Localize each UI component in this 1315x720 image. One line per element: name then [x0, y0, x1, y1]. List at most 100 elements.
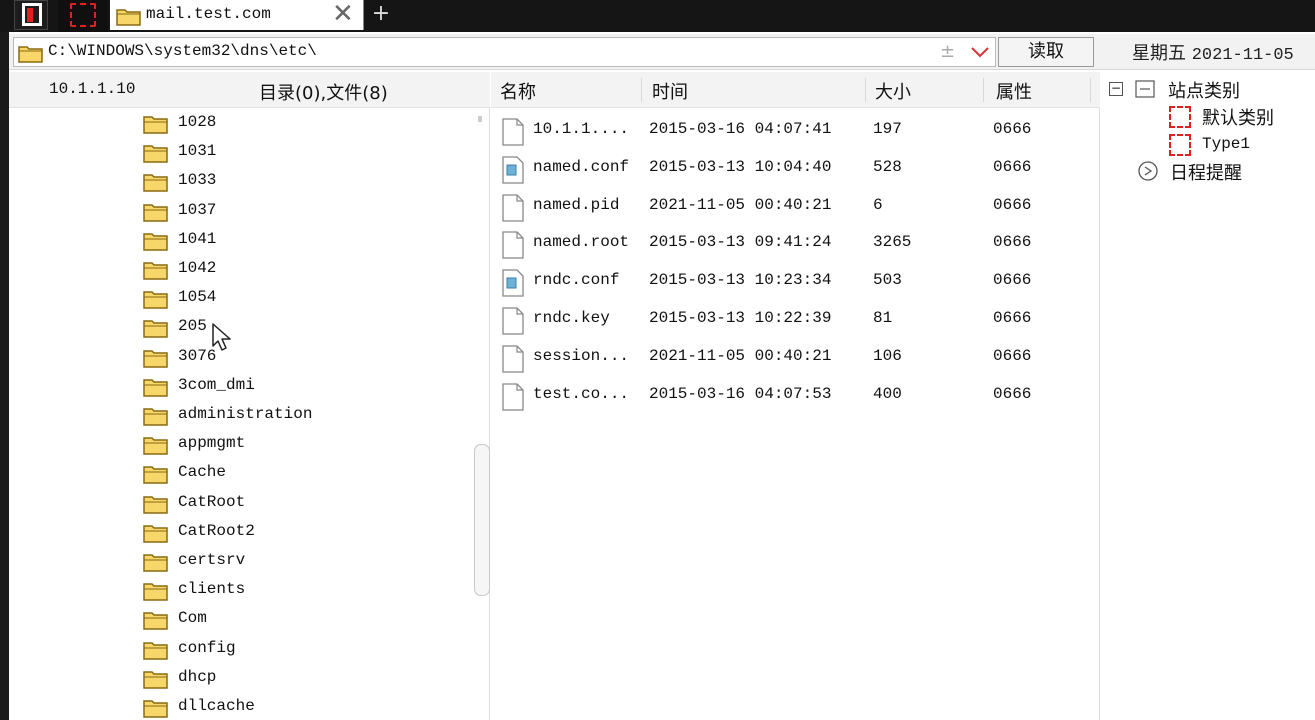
path-text: C:\WINDOWS\system32\dns\etc\ [48, 42, 317, 60]
file-size: 3265 [873, 233, 912, 252]
file-time: 2021-11-05 00:40:21 [649, 346, 832, 365]
new-tab-button[interactable]: + [368, 0, 394, 30]
folder-item[interactable]: Cache [143, 460, 463, 488]
folder-item[interactable]: administration [143, 402, 463, 430]
chevron-down-icon[interactable] [970, 40, 990, 64]
folder-item[interactable]: 1031 [143, 139, 463, 167]
folder-label: Com [178, 609, 207, 628]
folder-label: config [178, 638, 236, 657]
column-header-size[interactable]: 大小 [875, 78, 911, 104]
folder-label: certsrv [178, 551, 246, 569]
folder-icon [143, 291, 168, 309]
tab-title: mail.test.com [146, 5, 271, 23]
folder-item[interactable]: dhcp [143, 665, 463, 693]
file-attr: 0666 [993, 384, 1032, 403]
close-tab-icon[interactable]: ✕ [332, 0, 354, 28]
folder-item[interactable]: dllcache [143, 694, 463, 720]
tab-mail-test-com[interactable]: mail.test.com ✕ [110, 0, 364, 30]
folder-label: dllcache [178, 697, 255, 715]
file-row[interactable]: rndc.conf 2015-03-13 10:23:34 503 0666 [491, 264, 1091, 302]
folder-item[interactable]: CatRoot [143, 490, 463, 518]
path-input[interactable]: C:\WINDOWS\system32\dns\etc\ ± [13, 37, 996, 67]
column-divider[interactable] [865, 78, 866, 102]
file-name: named.pid [533, 195, 620, 214]
mouse-cursor-icon [212, 323, 231, 351]
folder-item[interactable]: 1033 [143, 168, 463, 196]
site-category-node[interactable]: 站点类别 [1168, 77, 1240, 103]
schedule-reminder-node[interactable]: 日程提醒 [1170, 159, 1242, 185]
folder-label: administration [178, 405, 313, 423]
file-row[interactable]: named.conf 2015-03-13 10:04:40 528 0666 [491, 151, 1091, 189]
type1-node[interactable]: Type1 [1202, 135, 1250, 153]
file-name: session... [533, 346, 630, 365]
read-button[interactable]: 读取 [998, 37, 1094, 67]
default-category-node[interactable]: 默认类别 [1202, 104, 1274, 130]
file-row[interactable]: session... 2021-11-05 00:40:21 106 0666 [491, 340, 1091, 378]
folder-item[interactable]: 1028 [143, 110, 463, 138]
folder-item[interactable]: 1042 [143, 256, 463, 284]
config-file-icon [502, 269, 524, 297]
file-attr: 0666 [993, 233, 1032, 252]
file-attr: 0666 [993, 346, 1032, 365]
config-file-icon [502, 156, 524, 184]
file-name: named.root [533, 233, 630, 252]
date-label: 2021-11-05 [1191, 46, 1294, 65]
file-size: 400 [873, 384, 902, 403]
file-row[interactable]: test.co... 2015-03-16 04:07:53 400 0666 [491, 378, 1091, 416]
scrollbar-thumb[interactable] [474, 444, 490, 596]
folder-item[interactable]: config [143, 636, 463, 664]
folder-item[interactable]: 1041 [143, 227, 463, 255]
address-bar: C:\WINDOWS\system32\dns\etc\ ± 读取 星期五 20… [9, 34, 1315, 70]
file-attr: 0666 [993, 271, 1032, 290]
file-time: 2015-03-16 04:07:53 [649, 384, 832, 403]
column-header-name[interactable]: 名称 [500, 78, 536, 104]
column-header-time[interactable]: 时间 [652, 78, 688, 104]
file-attr: 0666 [993, 157, 1032, 176]
window-edge [0, 32, 9, 720]
site-sidebar: − 站点类别 默认类别 Type1 日程提醒 [1101, 72, 1315, 720]
folder-item[interactable]: clients [143, 577, 463, 605]
column-divider[interactable] [1090, 78, 1091, 102]
folder-item[interactable]: CatRoot2 [143, 519, 463, 547]
blank-file-icon [502, 307, 524, 335]
scroll-indicator [478, 116, 482, 122]
vertical-scrollbar[interactable] [474, 108, 490, 720]
file-size: 503 [873, 271, 902, 290]
previous-tab[interactable] [58, 0, 108, 32]
file-size: 6 [873, 195, 883, 214]
file-time: 2015-03-13 10:23:34 [649, 271, 832, 290]
folder-icon [116, 9, 141, 26]
folder-icon [143, 174, 168, 193]
folder-item[interactable]: 3076 [143, 344, 463, 372]
file-name: named.conf [533, 157, 630, 176]
type1-icon [1169, 134, 1191, 156]
file-row[interactable]: named.pid 2021-11-05 00:40:21 6 0666 [491, 189, 1091, 227]
blank-file-icon [502, 118, 524, 146]
folder-label: 1042 [178, 259, 217, 277]
folder-item[interactable]: 1037 [143, 198, 463, 226]
app-logo-icon[interactable] [14, 0, 48, 30]
column-divider[interactable] [641, 78, 642, 102]
folder-item[interactable]: certsrv [143, 548, 463, 576]
folder-item[interactable]: Com [143, 606, 463, 634]
folder-icon [143, 525, 168, 543]
folder-item[interactable]: 1054 [143, 285, 463, 313]
file-time: 2015-03-13 10:22:39 [649, 309, 832, 327]
file-size: 81 [873, 309, 893, 327]
file-name: test.co... [533, 384, 630, 403]
folder-label: appmgmt [178, 434, 246, 453]
collapse-toggle-icon[interactable]: − [1109, 82, 1123, 96]
folder-icon [143, 612, 168, 631]
file-row[interactable]: 10.1.1.... 2015-03-16 04:07:41 197 0666 [491, 113, 1091, 151]
category-icon [1135, 80, 1155, 98]
folder-item[interactable]: 205 [143, 314, 463, 342]
file-row[interactable]: named.root 2015-03-13 09:41:24 3265 0666 [491, 226, 1091, 264]
plus-minus-icon[interactable]: ± [940, 41, 955, 62]
folder-item[interactable]: 3com_dmi [143, 373, 463, 401]
file-size: 528 [873, 157, 902, 176]
folder-icon [143, 203, 168, 222]
column-divider[interactable] [983, 78, 984, 102]
column-header-attr[interactable]: 属性 [996, 78, 1032, 104]
folder-item[interactable]: appmgmt [143, 431, 463, 459]
file-row[interactable]: rndc.key 2015-03-13 10:22:39 81 0666 [491, 302, 1091, 340]
